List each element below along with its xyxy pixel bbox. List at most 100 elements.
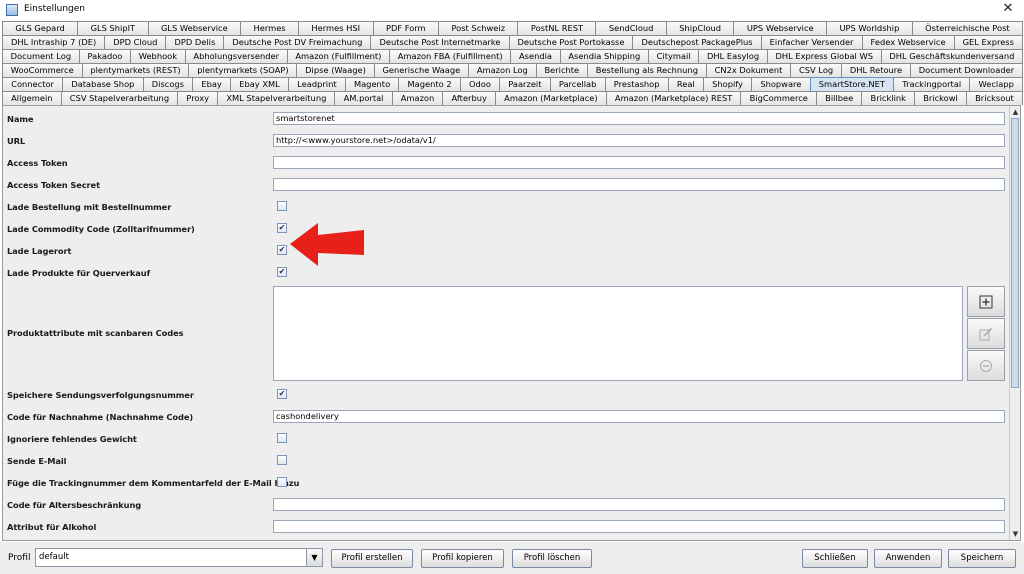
scroll-down-icon[interactable]: ▼: [1011, 529, 1020, 539]
tab-deutsche-post-dv-freimachung[interactable]: Deutsche Post DV Freimachung: [223, 35, 372, 49]
tab-shopware[interactable]: Shopware: [751, 77, 811, 91]
tab-dhl-geschäftskundenversand[interactable]: DHL Geschäftskundenversand: [880, 49, 1024, 63]
setting-text-field[interactable]: cashondelivery: [273, 410, 1005, 423]
close-window-button[interactable]: ✕: [1000, 1, 1016, 16]
tab-dipse-waage[interactable]: Dipse (Waage): [296, 63, 375, 77]
checkbox-checked[interactable]: ✔: [277, 389, 287, 399]
setting-text-field[interactable]: [273, 178, 1005, 191]
checkbox-unchecked[interactable]: [277, 433, 287, 443]
tab-prestashop[interactable]: Prestashop: [604, 77, 669, 91]
tab-fedex-webservice[interactable]: Fedex Webservice: [861, 35, 955, 49]
tab-document-log[interactable]: Document Log: [2, 49, 80, 63]
tab-document-downloader[interactable]: Document Downloader: [909, 63, 1023, 77]
tab-plentymarkets-soap[interactable]: plentymarkets (SOAP): [188, 63, 298, 77]
tab-österreichische-post[interactable]: Österreichische Post: [911, 21, 1024, 35]
close-button[interactable]: Schließen: [802, 549, 868, 568]
tab-deutsche-post-portokasse[interactable]: Deutsche Post Portokasse: [508, 35, 634, 49]
tab-dhl-retoure[interactable]: DHL Retoure: [841, 63, 911, 77]
tab-woocommerce[interactable]: WooCommerce: [2, 63, 83, 77]
tab-shipcloud[interactable]: ShipCloud: [665, 21, 735, 35]
tab-trackingportal[interactable]: Trackingportal: [893, 77, 971, 91]
profile-select[interactable]: default ▼: [35, 548, 323, 567]
tab-dpd-cloud[interactable]: DPD Cloud: [104, 35, 167, 49]
tab-abholungsversender[interactable]: Abholungsversender: [184, 49, 288, 63]
tab-paarzeit[interactable]: Paarzeit: [499, 77, 551, 91]
tab-afterbuy[interactable]: Afterbuy: [442, 91, 497, 105]
save-button[interactable]: Speichern: [948, 549, 1016, 568]
edit-attribute-button[interactable]: [967, 318, 1005, 349]
tab-csv-stapelverarbeitung[interactable]: CSV Stapelverarbeitung: [60, 91, 179, 105]
setting-text-field[interactable]: http://<www.yourstore.net>/odata/v1/: [273, 134, 1005, 147]
tab-gls-webservice[interactable]: GLS Webservice: [147, 21, 242, 35]
tab-amazon-fba-fulfillment[interactable]: Amazon FBA (Fulfillment): [389, 49, 512, 63]
apply-button[interactable]: Anwenden: [874, 549, 942, 568]
tab-pakadoo[interactable]: Pakadoo: [78, 49, 132, 63]
scroll-up-icon[interactable]: ▲: [1011, 107, 1020, 117]
tab-amazon-log[interactable]: Amazon Log: [468, 63, 537, 77]
tab-bigcommerce[interactable]: BigCommerce: [740, 91, 818, 105]
tab-ups-worldship[interactable]: UPS Worldship: [826, 21, 913, 35]
tab-proxy[interactable]: Proxy: [177, 91, 219, 105]
setting-text-field[interactable]: smartstorenet: [273, 112, 1005, 125]
tab-amazon-marketplace[interactable]: Amazon (Marketplace): [495, 91, 607, 105]
tab-hermes-hsi[interactable]: Hermes HSI: [298, 21, 374, 35]
product-attributes-list[interactable]: [273, 286, 963, 381]
tab-odoo[interactable]: Odoo: [459, 77, 501, 91]
tab-dhl-express-global-ws[interactable]: DHL Express Global WS: [766, 49, 882, 63]
tab-postnl-rest[interactable]: PostNL REST: [517, 21, 597, 35]
scrollbar-thumb[interactable]: [1011, 118, 1019, 388]
tab-billbee[interactable]: Billbee: [816, 91, 863, 105]
delete-profile-button[interactable]: Profil löschen: [512, 549, 592, 568]
tab-pdf-form[interactable]: PDF Form: [372, 21, 440, 35]
checkbox-checked[interactable]: ✔: [277, 267, 287, 277]
tab-amazon-fulfillment[interactable]: Amazon (Fulfillment): [286, 49, 391, 63]
tab-sendcloud[interactable]: SendCloud: [595, 21, 667, 35]
tab-bestellung-als-rechnung[interactable]: Bestellung als Rechnung: [586, 63, 707, 77]
add-attribute-button[interactable]: [967, 286, 1005, 317]
tab-einfacher-versender[interactable]: Einfacher Versender: [760, 35, 863, 49]
tab-discogs[interactable]: Discogs: [142, 77, 194, 91]
tab-shopify[interactable]: Shopify: [702, 77, 753, 91]
tab-magento[interactable]: Magento: [344, 77, 400, 91]
checkbox-checked[interactable]: ✔: [277, 223, 287, 233]
setting-text-field[interactable]: [273, 156, 1005, 169]
tab-asendia[interactable]: Asendia: [510, 49, 561, 63]
tab-am-portal[interactable]: AM.portal: [334, 91, 393, 105]
tab-gel-express[interactable]: GEL Express: [953, 35, 1023, 49]
tab-gls-gepard[interactable]: GLS Gepard: [2, 21, 79, 35]
tab-deutsche-post-internetmarke[interactable]: Deutsche Post Internetmarke: [370, 35, 510, 49]
checkbox-unchecked[interactable]: [277, 201, 287, 211]
tab-berichte[interactable]: Berichte: [535, 63, 588, 77]
tab-leadprint[interactable]: Leadprint: [287, 77, 346, 91]
tab-xml-stapelverarbeitung[interactable]: XML Stapelverarbeitung: [217, 91, 336, 105]
tab-ups-webservice[interactable]: UPS Webservice: [733, 21, 828, 35]
tab-magento-2[interactable]: Magento 2: [398, 77, 461, 91]
tab-webhook[interactable]: Webhook: [130, 49, 186, 63]
tab-gls-shipit[interactable]: GLS ShipIT: [77, 21, 149, 35]
setting-text-field[interactable]: [273, 498, 1005, 511]
vertical-scrollbar[interactable]: ▲ ▼: [1009, 106, 1020, 540]
tab-plentymarkets-rest[interactable]: plentymarkets (REST): [81, 63, 190, 77]
copy-profile-button[interactable]: Profil kopieren: [421, 549, 504, 568]
tab-deutschepost-packageplus[interactable]: Deutschepost PackagePlus: [632, 35, 762, 49]
create-profile-button[interactable]: Profil erstellen: [331, 549, 413, 568]
tab-ebay[interactable]: Ebay: [192, 77, 232, 91]
checkbox-unchecked[interactable]: [277, 477, 287, 487]
tab-bricksout[interactable]: Bricksout: [965, 91, 1023, 105]
tab-connector[interactable]: Connector: [2, 77, 64, 91]
tab-amazon-marketplace-rest[interactable]: Amazon (Marketplace) REST: [605, 91, 742, 105]
tab-cn2x-dokument[interactable]: CN2x Dokument: [705, 63, 792, 77]
remove-attribute-button[interactable]: [967, 350, 1005, 381]
tab-dhl-intraship-7-de[interactable]: DHL Intraship 7 (DE): [2, 35, 106, 49]
tab-citymail[interactable]: Citymail: [647, 49, 700, 63]
checkbox-checked[interactable]: ✔: [277, 245, 287, 255]
tab-allgemein[interactable]: Allgemein: [2, 91, 62, 105]
tab-database-shop[interactable]: Database Shop: [62, 77, 144, 91]
tab-parcellab[interactable]: Parcellab: [549, 77, 606, 91]
checkbox-unchecked[interactable]: [277, 455, 287, 465]
chevron-down-icon[interactable]: ▼: [306, 549, 322, 566]
tab-weclapp[interactable]: Weclapp: [969, 77, 1024, 91]
tab-post-schweiz[interactable]: Post Schweiz: [438, 21, 519, 35]
tab-smartstore-net[interactable]: SmartStore.NET: [809, 77, 895, 91]
tab-dhl-easylog[interactable]: DHL Easylog: [698, 49, 768, 63]
